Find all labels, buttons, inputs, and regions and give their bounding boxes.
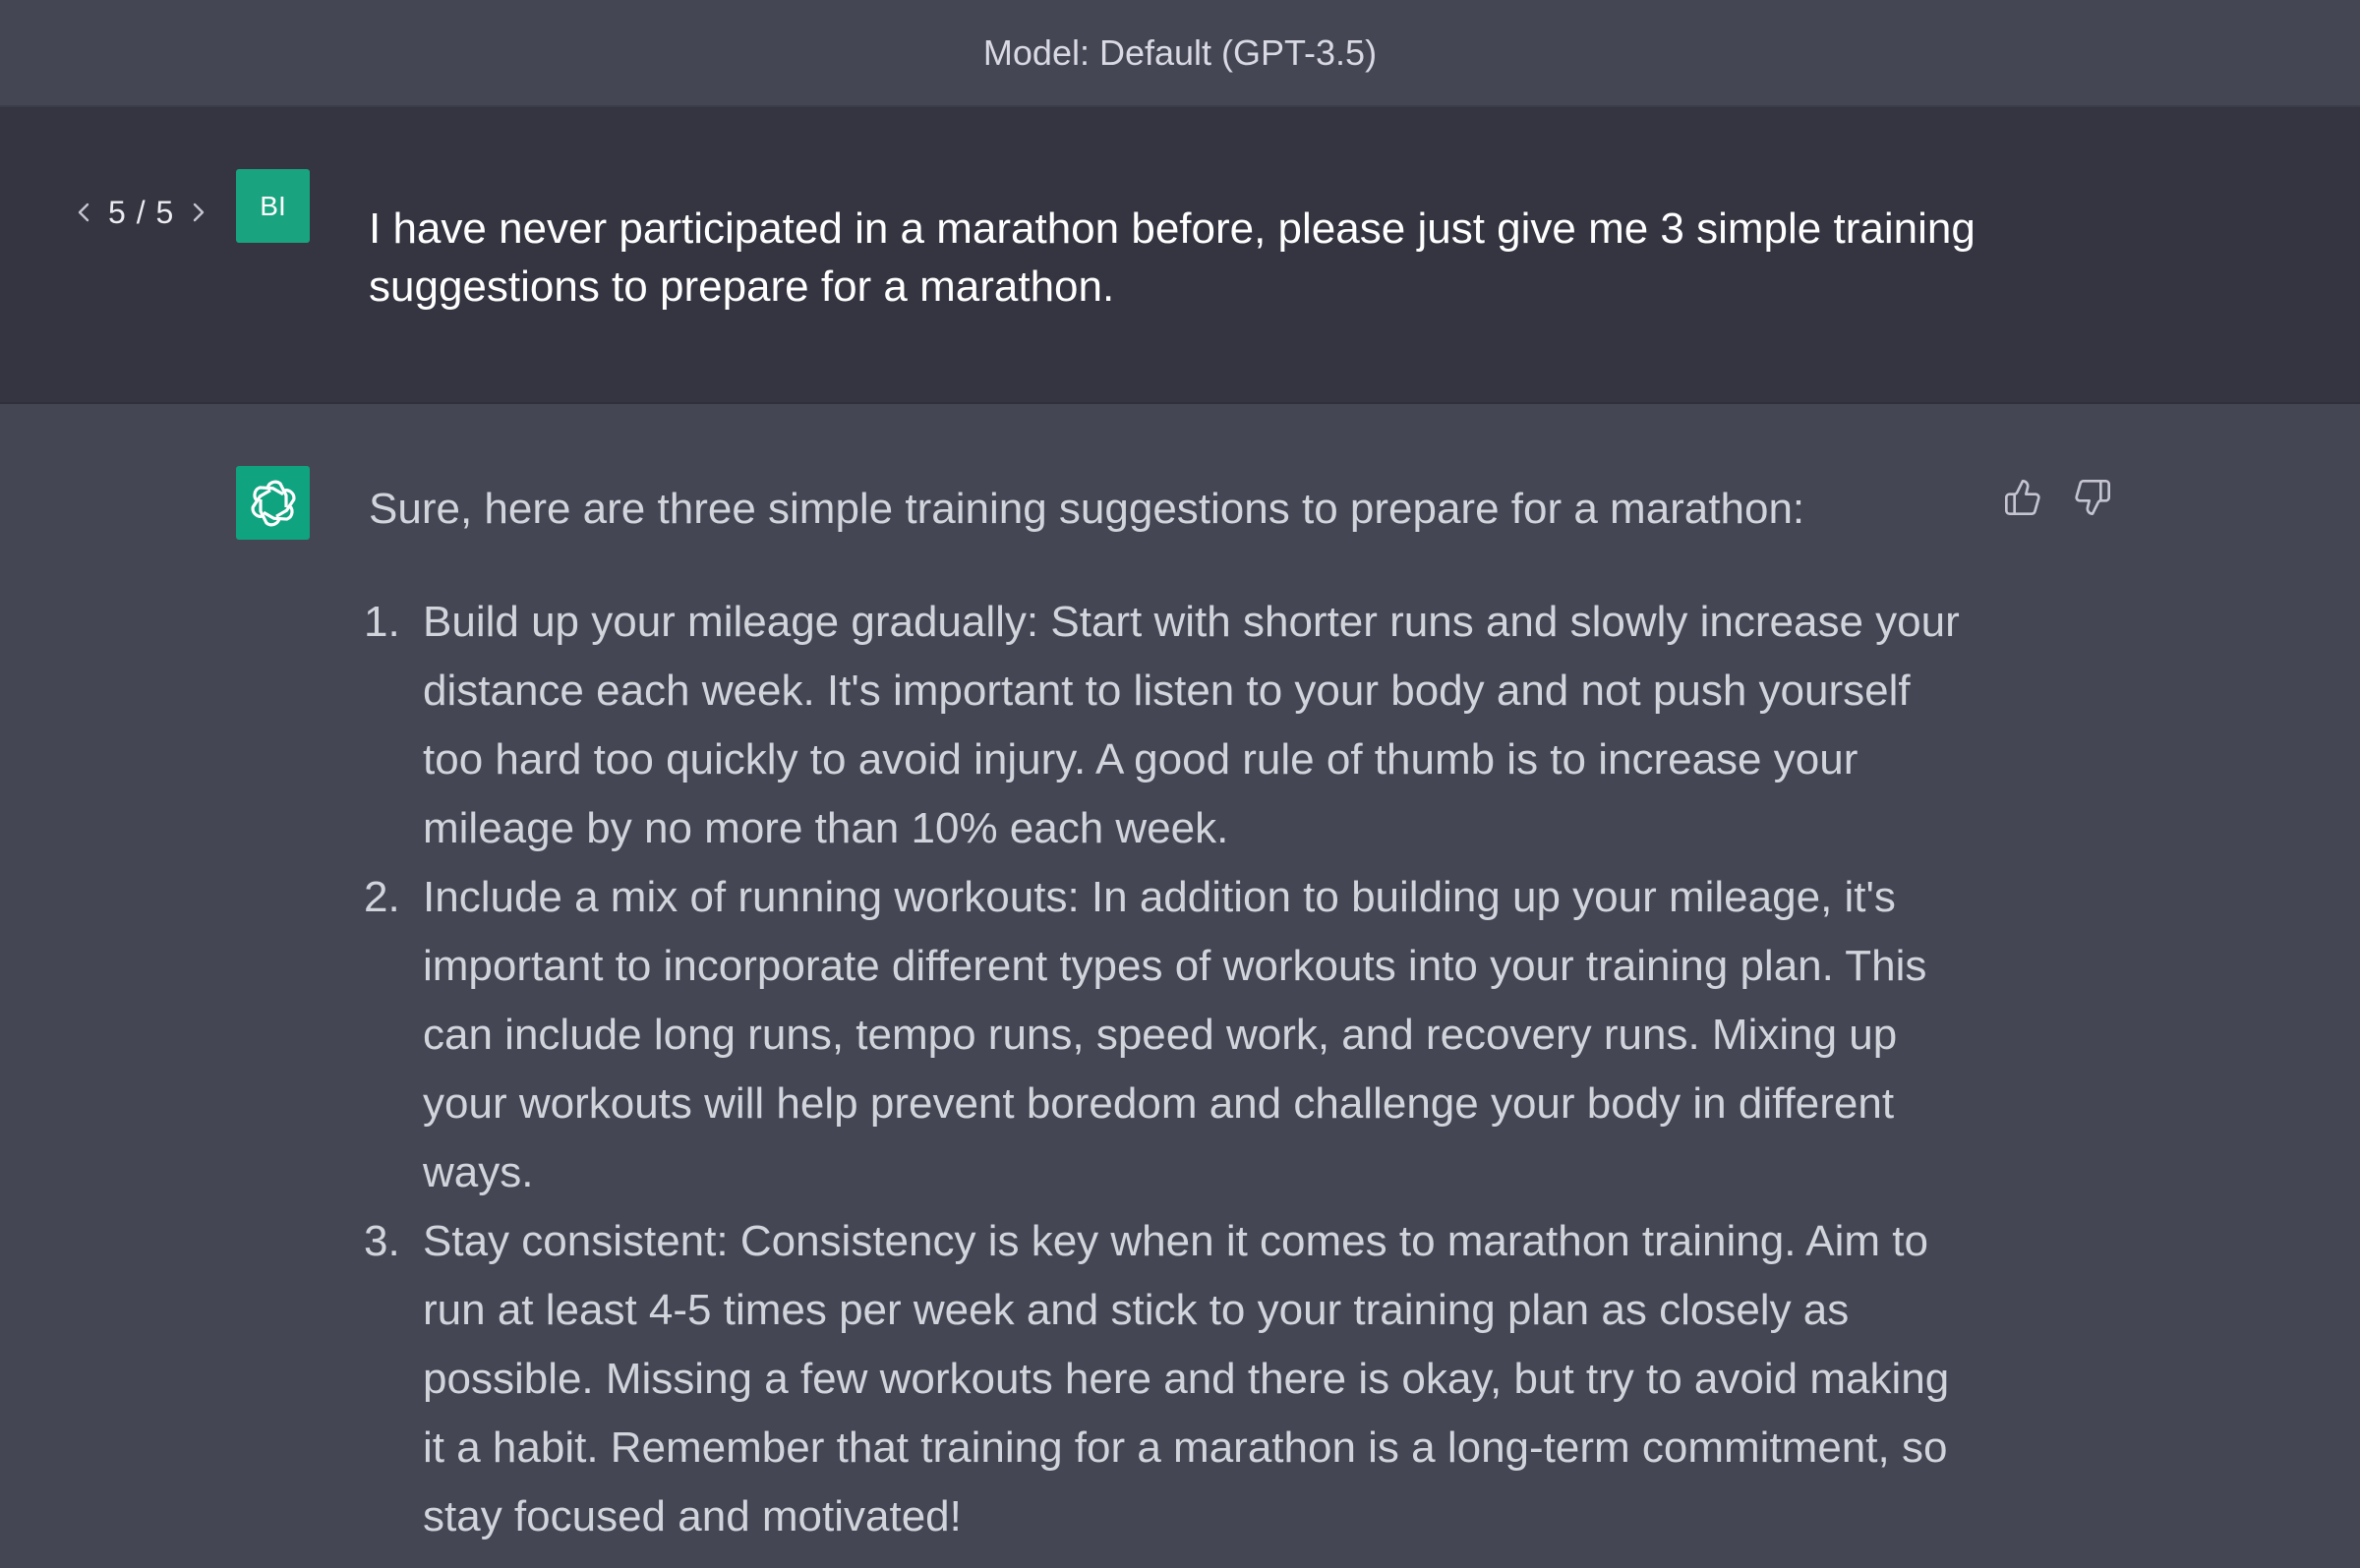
openai-logo-icon	[236, 466, 310, 540]
list-item-text: Include a mix of running workouts: In ad…	[423, 873, 1927, 1196]
thumbs-up-icon[interactable]	[1998, 473, 2047, 522]
response-pager: 5 / 5	[73, 188, 209, 237]
list-item-number: 1.	[364, 598, 400, 646]
list-item: 3. Stay consistent: Consistency is key w…	[364, 1207, 1976, 1551]
thumbs-down-icon[interactable]	[2068, 473, 2117, 522]
chevron-left-icon[interactable]	[73, 198, 94, 227]
list-item: 2. Include a mix of running workouts: In…	[364, 863, 1976, 1207]
list-item: 1. Build up your mileage gradually: Star…	[364, 588, 1976, 863]
chevron-right-icon[interactable]	[188, 198, 209, 227]
suggestion-list: 1. Build up your mileage gradually: Star…	[364, 588, 1976, 1551]
list-item-number: 3.	[364, 1217, 400, 1265]
assistant-intro: Sure, here are three simple training sug…	[369, 485, 1805, 533]
user-message-text: I have never participated in a marathon …	[369, 204, 1976, 311]
user-avatar: BI	[236, 169, 310, 243]
user-avatar-initials: BI	[260, 190, 286, 221]
model-label: Model: Default (GPT-3.5)	[982, 31, 1378, 73]
user-message: 5 / 5 BI I have never participated in a …	[0, 107, 2360, 404]
list-item-text: Build up your mileage gradually: Start w…	[423, 598, 1960, 852]
assistant-message: Sure, here are three simple training sug…	[0, 404, 2360, 1568]
model-bar: Model: Default (GPT-3.5)	[0, 0, 2360, 107]
list-item-text: Stay consistent: Consistency is key when…	[423, 1217, 1950, 1540]
pager-count: 5 / 5	[108, 194, 175, 230]
list-item-number: 2.	[364, 873, 400, 921]
